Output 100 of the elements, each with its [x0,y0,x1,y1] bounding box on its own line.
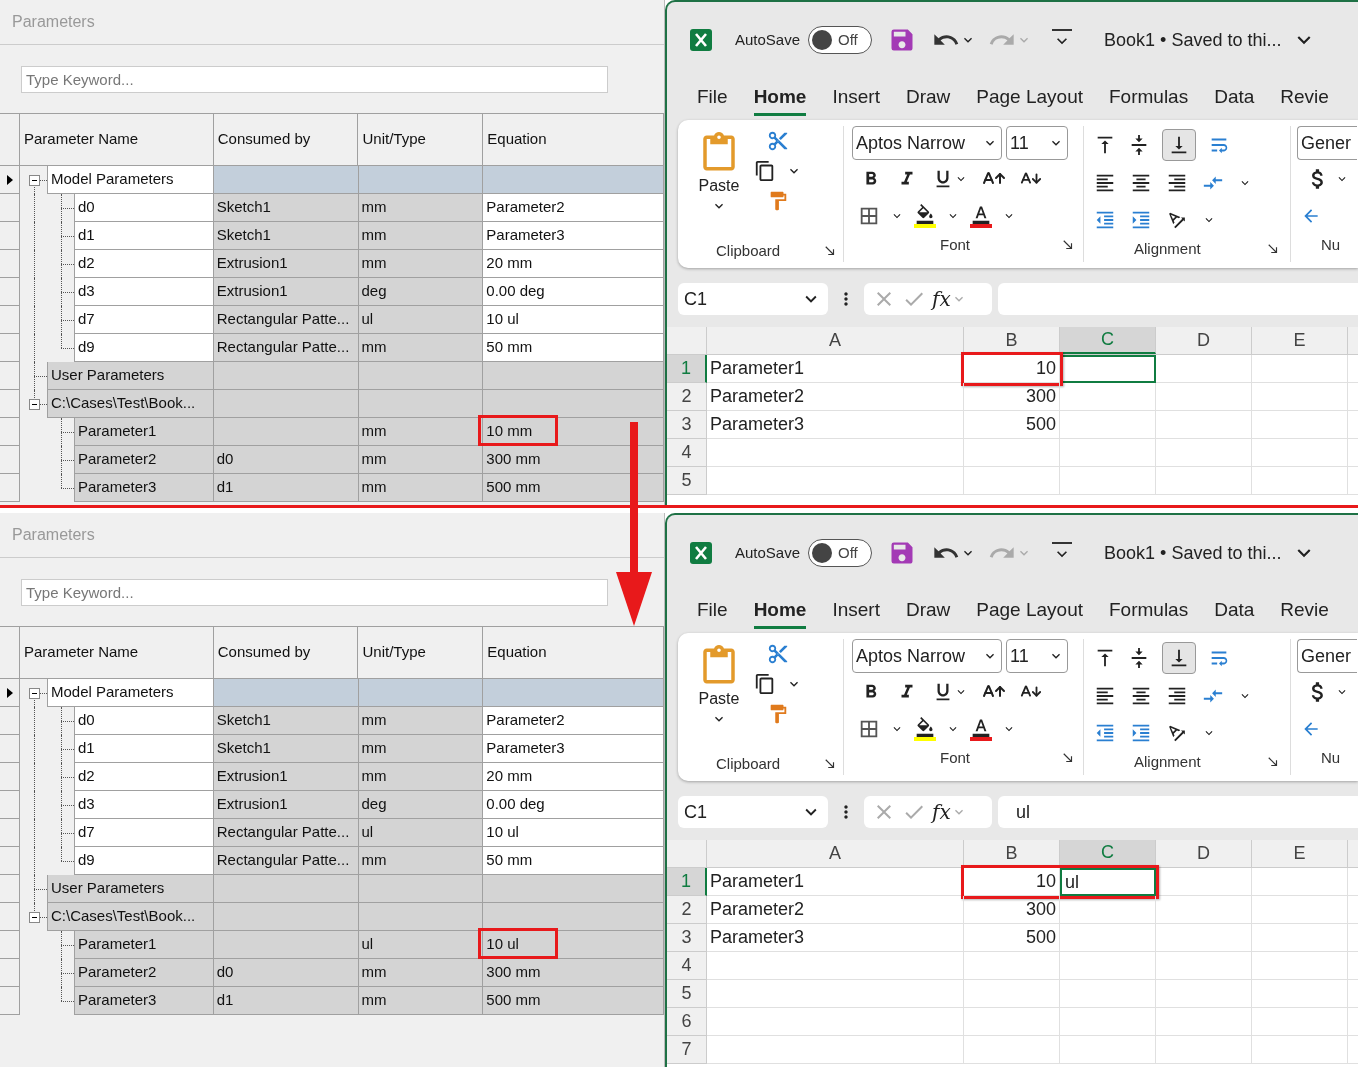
autosave-label: AutoSave [735,29,801,50]
collapse-toggle[interactable] [29,175,40,186]
align-center-icon[interactable] [1130,685,1152,707]
column-header[interactable]: Unit/Type [358,627,484,679]
table-cell: Rectangular Patte... [213,306,359,334]
ribbon-tab[interactable]: Page Layout [976,82,1083,116]
align-right-icon[interactable] [1166,685,1188,707]
ribbon-tab[interactable]: Draw [905,595,951,629]
column-header[interactable]: Equation [483,114,664,166]
search-field[interactable]: Type Keyword... [21,578,608,606]
ribbon-tab[interactable]: Home [753,595,807,629]
ribbon-tab[interactable]: Revie [1280,82,1329,116]
increase-indent-icon[interactable] [1130,209,1152,231]
increase-indent-icon[interactable] [1130,722,1152,744]
table-cell: 50 mm [483,334,664,362]
row-header[interactable]: 4 [667,439,707,467]
number-format-dropdown[interactable]: Gener [1297,126,1357,160]
copy-icon[interactable] [754,673,776,695]
align-bottom-icon[interactable] [1162,129,1196,161]
column-header[interactable]: Unit/Type [358,114,484,166]
table-cell: Rectangular Patte... [213,334,359,362]
ribbon-tab[interactable]: Revie [1280,595,1329,629]
row-header[interactable]: 1 [667,355,707,383]
table-cell: User Parameters [47,875,214,903]
row-header[interactable] [0,166,20,194]
row-header[interactable]: 2 [667,383,707,411]
column-header[interactable]: A [707,327,964,354]
ribbon-tab[interactable]: File [697,82,728,116]
column-header[interactable]: Consumed by [213,627,359,679]
column-header[interactable]: Parameter Name [20,627,214,679]
row-header[interactable] [0,679,20,707]
table-cell: d2 [74,763,214,791]
decrease-indent-icon[interactable] [1094,209,1116,231]
document-title: Book1 • Saved to thi... [1104,541,1282,565]
row-header[interactable]: 7 [667,1036,707,1064]
copy-icon[interactable] [754,160,776,182]
column-header[interactable]: A [707,840,964,867]
row-header[interactable]: 3 [667,924,707,952]
column-header[interactable]: E [1252,840,1348,867]
borders-icon[interactable] [858,205,880,227]
paste-button[interactable]: Paste [698,126,740,240]
table-cell: mm [358,194,484,222]
collapse-toggle[interactable] [29,912,40,923]
ribbon-tab[interactable]: Page Layout [976,595,1083,629]
ribbon-tab[interactable]: File [697,595,728,629]
ribbon-tab[interactable]: Insert [832,82,880,116]
autosave-toggle[interactable]: Off [808,539,873,567]
formula-field[interactable]: ul [998,796,1358,828]
table-cell: 500 mm [483,474,664,502]
row-header[interactable]: 4 [667,952,707,980]
font-size-dropdown[interactable]: 11 [1006,639,1068,673]
name-box[interactable]: C1 [678,283,828,315]
font-color-icon[interactable] [970,717,992,741]
ribbon-tab[interactable]: Data [1214,82,1255,116]
number-format-dropdown[interactable]: Gener [1297,639,1357,673]
row-header[interactable]: 5 [667,467,707,495]
row-header[interactable]: 1 [667,868,707,896]
table-cell: d0 [213,446,359,474]
ribbon-tab[interactable]: Home [753,82,807,116]
collapse-toggle[interactable] [29,399,40,410]
borders-icon[interactable] [858,718,880,740]
ribbon-tab[interactable]: Formulas [1109,82,1189,116]
column-header[interactable]: C [1060,840,1156,867]
table-cell: mm [358,250,484,278]
font-size-dropdown[interactable]: 11 [1006,126,1068,160]
table-cell: Parameter3 [74,474,214,502]
ribbon-tab[interactable]: Draw [905,82,951,116]
row-header[interactable]: 5 [667,980,707,1008]
align-left-icon[interactable] [1094,172,1116,194]
column-header[interactable]: Consumed by [213,114,359,166]
align-bottom-icon[interactable] [1162,642,1196,674]
column-header[interactable]: C [1060,327,1156,354]
collapse-toggle[interactable] [29,688,40,699]
table-cell: ul [358,819,484,847]
column-header[interactable]: D [1156,840,1252,867]
ribbon-tab[interactable]: Data [1214,595,1255,629]
column-header[interactable]: Parameter Name [20,114,214,166]
font-color-icon[interactable] [970,204,992,228]
row-header[interactable]: 6 [667,1008,707,1036]
column-header[interactable]: E [1252,327,1348,354]
autosave-toggle[interactable]: Off [808,26,873,54]
table-cell: 0.00 deg [483,278,664,306]
name-box[interactable]: C1 [678,796,828,828]
column-header[interactable]: D [1156,327,1252,354]
align-center-icon[interactable] [1130,172,1152,194]
column-header[interactable]: Equation [483,627,664,679]
font-name-dropdown[interactable]: Aptos Narrow [852,126,1002,160]
decrease-indent-icon[interactable] [1094,722,1116,744]
font-name-dropdown[interactable]: Aptos Narrow [852,639,1002,673]
align-left-icon[interactable] [1094,685,1116,707]
paste-button[interactable]: Paste [698,639,740,753]
fill-color-icon[interactable] [914,204,936,228]
row-header[interactable]: 3 [667,411,707,439]
search-field[interactable]: Type Keyword... [21,65,608,93]
table-cell: C:\Cases\Test\Book... [47,903,214,931]
ribbon-tab[interactable]: Formulas [1109,595,1189,629]
align-right-icon[interactable] [1166,172,1188,194]
ribbon-tab[interactable]: Insert [832,595,880,629]
row-header[interactable]: 2 [667,896,707,924]
fill-color-icon[interactable] [914,717,936,741]
